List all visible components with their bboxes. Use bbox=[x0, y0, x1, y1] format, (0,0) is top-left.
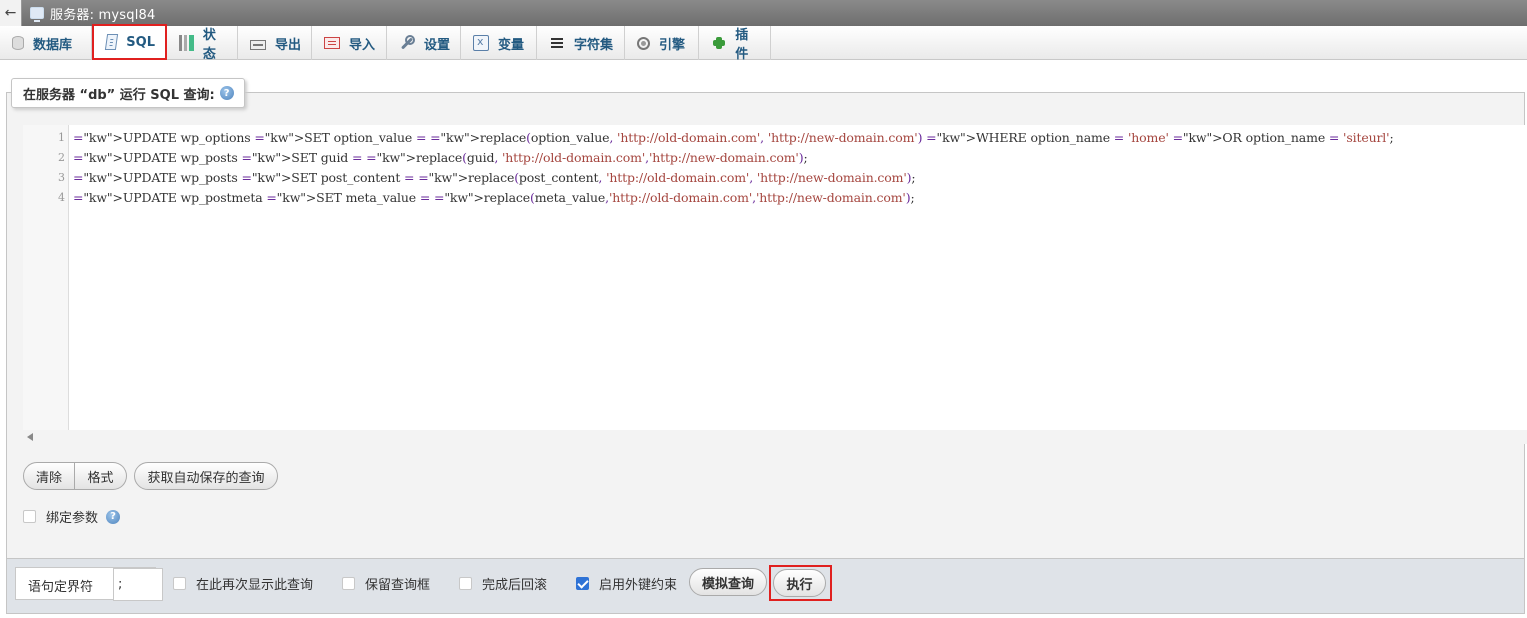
rollback-option[interactable]: 完成后回滚 bbox=[459, 574, 547, 593]
get-autosaved-query-button[interactable]: 获取自动保存的查询 bbox=[134, 462, 278, 490]
tab-label: 导入 bbox=[349, 37, 376, 53]
code-line: ="kw">UPDATE wp_posts ="kw">SET post_con… bbox=[73, 170, 916, 185]
help-icon[interactable]: ? bbox=[106, 509, 121, 524]
engine-icon bbox=[637, 36, 650, 50]
code-line: ="kw">UPDATE wp_options ="kw">SET option… bbox=[73, 130, 1394, 145]
line-number-gutter: 1 2 3 4 bbox=[23, 125, 69, 430]
delimiter-group: 语句定界符 ; bbox=[15, 567, 163, 601]
scroll-left-icon[interactable] bbox=[27, 433, 33, 441]
tab-label: 设置 bbox=[424, 37, 451, 53]
tab-databases[interactable]: 数据库 bbox=[0, 26, 92, 60]
tab-export[interactable]: 导出 bbox=[238, 26, 312, 60]
line-number: 4 bbox=[58, 191, 65, 204]
legend-text: 在服务器 “db” 运行 SQL 查询: bbox=[23, 87, 215, 103]
window-titlebar: ← 服务器: mysql84 bbox=[0, 0, 1527, 26]
rollback-checkbox[interactable] bbox=[459, 577, 472, 590]
server-icon bbox=[30, 7, 44, 22]
foreign-key-checks-label: 启用外键约束 bbox=[599, 578, 678, 593]
sql-icon bbox=[104, 34, 119, 50]
tab-bar: 数据库 SQL 状态 导出 导入 设置 变量 字符集 引擎 插件 bbox=[0, 24, 1527, 62]
tab-label: 导出 bbox=[275, 37, 302, 53]
import-icon bbox=[324, 37, 340, 49]
tab-engines[interactable]: 引擎 bbox=[625, 26, 699, 60]
puzzle-icon bbox=[711, 35, 726, 51]
variables-icon bbox=[473, 35, 489, 51]
tab-label: 变量 bbox=[498, 37, 525, 53]
tab-label: 状态 bbox=[202, 28, 216, 62]
sql-editor[interactable]: 1 2 3 4 ="kw">UPDATE wp_options ="kw">SE… bbox=[23, 125, 1527, 430]
code-line: ="kw">UPDATE wp_postmeta ="kw">SET meta_… bbox=[73, 190, 915, 205]
retain-query-box-label: 保留查询框 bbox=[365, 578, 431, 593]
tab-charsets[interactable]: 字符集 bbox=[537, 26, 625, 60]
simulate-query-button[interactable]: 模拟查询 bbox=[689, 568, 767, 596]
tab-label: SQL bbox=[126, 34, 155, 50]
code-line: ="kw">UPDATE wp_posts ="kw">SET guid = =… bbox=[73, 150, 808, 165]
arrow-left-icon[interactable]: ← bbox=[0, 0, 22, 26]
retain-query-box-option[interactable]: 保留查询框 bbox=[342, 574, 430, 593]
tab-label: 数据库 bbox=[33, 37, 73, 53]
foreign-key-checks-option[interactable]: 启用外键约束 bbox=[576, 574, 677, 593]
tab-label: 字符集 bbox=[574, 37, 614, 53]
status-icon bbox=[179, 35, 194, 51]
line-number: 2 bbox=[58, 151, 65, 164]
tab-variables[interactable]: 变量 bbox=[461, 26, 537, 60]
foreign-key-checks-checkbox[interactable] bbox=[576, 577, 589, 590]
delimiter-label: 语句定界符 bbox=[28, 580, 94, 595]
tab-settings[interactable]: 设置 bbox=[387, 26, 461, 60]
go-button[interactable]: 执行 bbox=[773, 569, 826, 597]
tab-label: 插件 bbox=[735, 28, 749, 62]
help-icon[interactable]: ? bbox=[219, 86, 234, 100]
horizontal-scrollbar[interactable] bbox=[23, 430, 1527, 444]
tab-import[interactable]: 导入 bbox=[312, 26, 387, 60]
line-number: 1 bbox=[58, 131, 65, 144]
wrench-icon bbox=[399, 35, 415, 51]
show-query-again-checkbox[interactable] bbox=[173, 577, 186, 590]
query-legend: 在服务器 “db” 运行 SQL 查询: ? bbox=[11, 78, 245, 108]
sql-code[interactable]: ="kw">UPDATE wp_options ="kw">SET option… bbox=[73, 125, 1394, 205]
show-query-again-label: 在此再次显示此查询 bbox=[196, 578, 314, 593]
tab-status[interactable]: 状态 bbox=[167, 26, 238, 62]
bind-parameters-checkbox[interactable] bbox=[23, 510, 36, 523]
clear-button[interactable]: 清除 bbox=[23, 462, 75, 490]
window-title: 服务器: mysql84 bbox=[50, 7, 156, 23]
tab-plugins[interactable]: 插件 bbox=[699, 26, 771, 62]
export-icon bbox=[250, 39, 266, 50]
delimiter-input[interactable]: ; bbox=[113, 568, 163, 601]
tab-sql[interactable]: SQL bbox=[92, 24, 167, 60]
charset-icon bbox=[549, 35, 565, 51]
database-icon bbox=[12, 36, 24, 50]
bind-parameters-label: 绑定参数 bbox=[46, 511, 99, 526]
line-number: 3 bbox=[58, 171, 65, 184]
retain-query-box-checkbox[interactable] bbox=[342, 577, 355, 590]
show-query-again-option[interactable]: 在此再次显示此查询 bbox=[173, 574, 313, 593]
bind-parameters-option: 绑定参数 ? bbox=[23, 507, 121, 526]
rollback-label: 完成后回滚 bbox=[482, 578, 548, 593]
format-button[interactable]: 格式 bbox=[75, 462, 127, 490]
tab-label: 引擎 bbox=[659, 37, 686, 53]
